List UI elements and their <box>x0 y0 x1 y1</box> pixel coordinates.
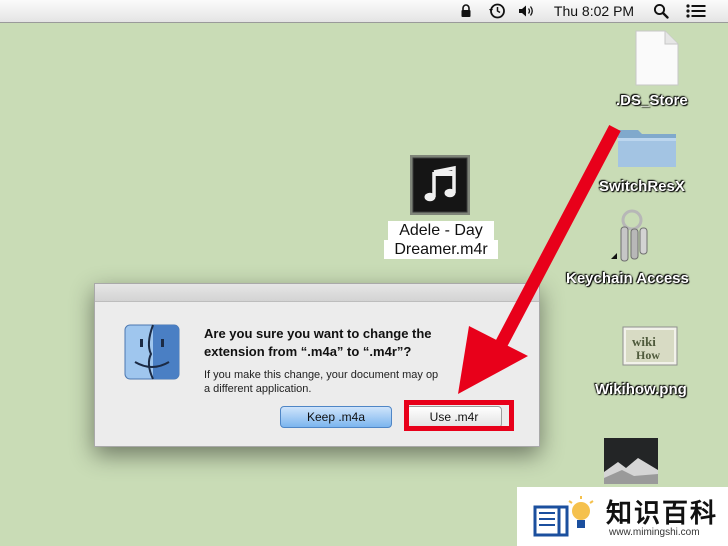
annotation-arrow <box>458 124 621 394</box>
watermark: 知识百科 www.mimingshi.com <box>517 487 728 546</box>
watermark-logo-icon <box>533 496 594 537</box>
watermark-url: www.mimingshi.com <box>609 527 700 538</box>
watermark-text: 知识百科 <box>606 498 719 528</box>
